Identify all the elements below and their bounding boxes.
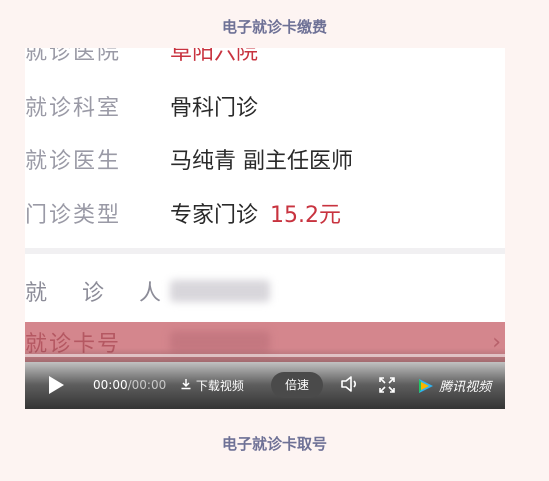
download-label: 下载视频 (195, 379, 244, 393)
info-row-clinic-type: 门诊类型 专家门诊 15.2元 (25, 193, 505, 233)
clinic-type-value: 专家门诊 15.2元 (170, 197, 341, 229)
time-display: 00:00/00:00 (93, 378, 166, 392)
section-divider (25, 248, 505, 254)
clinic-type-text: 专家门诊 (170, 203, 259, 228)
info-row-patient: 就 诊 人 (25, 271, 505, 311)
caption-bottom: 电子就诊卡取号 (221, 435, 327, 453)
time-total: /00:00 (127, 378, 167, 392)
tencent-video-brand[interactable]: 腾讯视频 (417, 376, 491, 395)
doctor-label: 就诊医生 (25, 149, 122, 174)
patient-name-blurred (170, 280, 270, 302)
hospital-value: 阜阳六院 (170, 48, 259, 65)
speed-button[interactable]: 倍速 (271, 372, 323, 398)
info-row-hospital: 就诊医院 阜阳六院 (25, 48, 505, 70)
info-row-doctor: 就诊医生 马纯青 副主任医师 (25, 139, 505, 179)
fullscreen-icon[interactable] (378, 376, 396, 398)
department-label: 就诊科室 (25, 96, 122, 121)
download-video-button[interactable]: 下载视频 (180, 377, 244, 394)
info-row-department: 就诊科室 骨科门诊 (25, 86, 505, 126)
doctor-value: 马纯青 副主任医师 (170, 149, 353, 174)
fee-price: 15.2元 (270, 203, 342, 228)
video-player[interactable]: 就诊医院 阜阳六院 就诊科室 骨科门诊 就诊医生 马纯青 副主任医师 门诊类型 … (25, 48, 505, 409)
clinic-type-label: 门诊类型 (25, 203, 122, 228)
volume-icon[interactable] (339, 374, 359, 398)
hospital-label: 就诊医院 (25, 48, 122, 65)
caption-top: 电子就诊卡缴费 (221, 18, 327, 36)
download-icon (181, 379, 191, 390)
department-value: 骨科门诊 (170, 96, 259, 121)
brand-label: 腾讯视频 (439, 380, 492, 395)
play-icon[interactable] (47, 375, 65, 399)
time-current: 00:00 (93, 378, 128, 392)
progress-bar[interactable] (25, 354, 505, 357)
patient-label: 就 诊 人 (25, 281, 175, 306)
tencent-video-logo-icon (419, 379, 433, 393)
